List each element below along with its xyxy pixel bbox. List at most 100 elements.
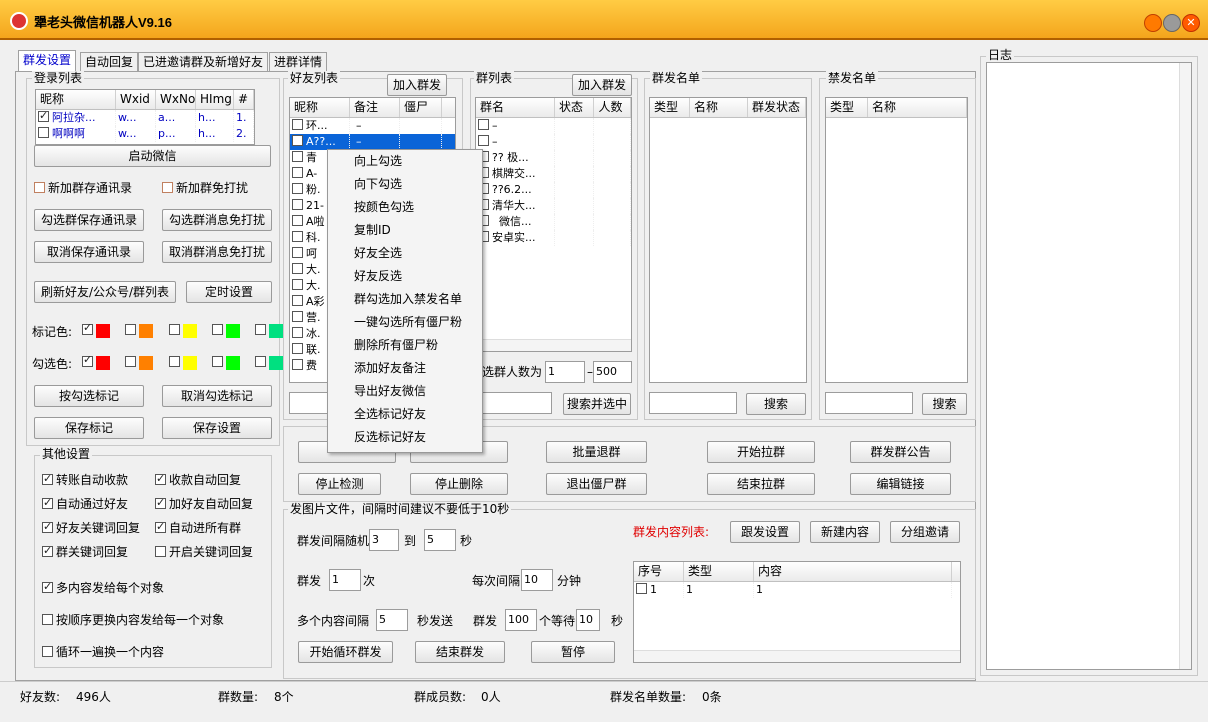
col-status[interactable]: 状态 [555,98,595,117]
login-row[interactable]: 阿拉杂...w...a...h...1. [36,110,254,126]
menu-item[interactable]: 向上勾选 [328,150,482,173]
col-zombie[interactable]: 僵尸 [400,98,442,117]
color-orange[interactable] [139,323,154,338]
groups-search-input[interactable] [482,392,552,414]
row-checkbox[interactable] [292,215,303,226]
color-green[interactable] [225,323,240,338]
check-color-swatches[interactable] [82,353,284,370]
keyword-reply-checkbox[interactable]: 开启关键词回复 [155,544,253,560]
content-row[interactable]: 111 [634,582,960,598]
content-list[interactable]: 序号 类型 内容 111 [633,561,961,663]
group-row[interactable]: ??6.2... [476,182,631,198]
group-row[interactable]: 清华大... [476,198,631,214]
menu-item[interactable]: 好友反选 [328,265,482,288]
batch-quit-button[interactable]: 批量退群 [546,441,647,463]
tab-mass-send[interactable]: 群发设置 [18,50,77,72]
mark-color-swatches[interactable] [82,321,284,338]
start-pull-button[interactable]: 开始拉群 [707,441,815,463]
end-pull-button[interactable]: 结束拉群 [707,473,815,495]
auto-collect-checkbox[interactable]: 转账自动收款 [42,471,128,488]
color-yellow[interactable] [182,323,197,338]
group-row[interactable]: 棋牌交... [476,166,631,182]
col-type[interactable]: 类型 [826,98,868,117]
select-by-mark-button[interactable]: 按勾选标记 [34,385,144,407]
per-input[interactable]: 100 [505,609,537,631]
groups-add-button[interactable]: 加入群发 [572,74,632,96]
stop-detect-button[interactable]: 停止检测 [298,473,381,495]
wait-input[interactable]: 10 [576,609,600,631]
menu-item[interactable]: 按颜色勾选 [328,196,482,219]
menu-item[interactable]: 删除所有僵尸粉 [328,334,482,357]
col-name[interactable]: 名称 [868,98,967,117]
times-input[interactable]: 1 [329,569,361,591]
row-checkbox[interactable] [38,127,49,138]
select-group-mute-button[interactable]: 勾选群消息免打扰 [162,209,272,231]
group-invite-button[interactable]: 分组邀请 [890,521,960,543]
pause-button[interactable]: 暂停 [531,641,615,663]
row-checkbox[interactable] [292,119,303,130]
col-name[interactable]: 名称 [690,98,748,117]
follow-settings-button[interactable]: 跟发设置 [730,521,800,543]
col-count[interactable]: 人数 [594,98,631,117]
row-checkbox[interactable] [292,183,303,194]
menu-item[interactable]: 复制ID [328,219,482,242]
row-checkbox[interactable] [636,583,647,594]
close-button[interactable]: ✕ [1182,14,1200,32]
tab-auto-reply[interactable]: 自动回复 [80,52,139,72]
row-checkbox[interactable] [292,199,303,210]
groups-hscroll[interactable] [476,339,631,351]
content-hscroll[interactable] [634,650,960,662]
col-wxid[interactable]: Wxid [116,90,156,109]
banlist-list[interactable]: 类型 名称 [825,97,968,383]
loop-content-checkbox[interactable]: 循环一遍换一个内容 [42,644,164,660]
row-checkbox[interactable] [292,151,303,162]
row-checkbox[interactable] [292,343,303,354]
col-content[interactable]: 内容 [754,562,952,581]
save-mark-button[interactable]: 保存标记 [34,417,144,439]
menu-item[interactable]: 一键勾选所有僵尸粉 [328,311,482,334]
banlist-search-input[interactable] [825,392,913,414]
menu-item[interactable]: 向下勾选 [328,173,482,196]
end-send-button[interactable]: 结束群发 [415,641,505,663]
row-checkbox[interactable] [292,263,303,274]
cancel-mute-button[interactable]: 取消群消息免打扰 [162,241,272,263]
interval-to-input[interactable]: 5 [424,529,456,551]
sendlist-search-button[interactable]: 搜索 [746,393,806,415]
collect-reply-checkbox[interactable]: 收款自动回复 [155,471,241,488]
group-row[interactable]: 安卓实... [476,230,631,246]
row-checkbox[interactable] [478,135,489,146]
row-checkbox[interactable] [292,231,303,242]
col-num[interactable]: # [234,90,254,109]
timer-settings-button[interactable]: 定时设置 [186,281,272,303]
col-note[interactable]: 备注 [350,98,400,117]
row-checkbox[interactable] [292,359,303,370]
row-checkbox[interactable] [292,135,303,146]
maximize-button[interactable] [1163,14,1181,32]
groups-list[interactable]: 群名 状态 人数 – –?? 极... 棋牌交... ??6.2... 清华大... 微信.… [475,97,632,352]
new-group-save-checkbox[interactable]: 新加群存通讯录 [34,180,132,196]
group-row[interactable]: – [476,118,631,134]
color-teal[interactable] [269,323,284,338]
login-list[interactable]: 昵称WxidWxNoHImg# 阿拉杂...w...a...h...1. 啊啊啊… [35,89,255,145]
row-checkbox[interactable] [292,279,303,290]
group-announce-button[interactable]: 群发群公告 [850,441,951,463]
multi-content-checkbox[interactable]: 多内容发给每个对象 [42,579,164,596]
multi-interval-input[interactable]: 5 [376,609,408,631]
friend-row[interactable]: 环... – [290,118,455,134]
col-group-name[interactable]: 群名 [476,98,555,117]
col-nickname[interactable]: 昵称 [290,98,350,117]
row-checkbox[interactable] [292,295,303,306]
group-row[interactable]: – [476,134,631,150]
new-group-mute-checkbox[interactable]: 新加群免打扰 [162,180,248,196]
group-min-input[interactable]: 1 [545,361,585,383]
friend-keyword-checkbox[interactable]: 好友关键词回复 [42,519,140,536]
menu-item[interactable]: 群勾选加入禁发名单 [328,288,482,311]
sendlist-search-input[interactable] [649,392,737,414]
color-green[interactable] [225,355,240,370]
log-textarea[interactable] [986,62,1192,670]
color-orange[interactable] [139,355,154,370]
col-type[interactable]: 类型 [650,98,690,117]
cancel-save-button[interactable]: 取消保存通讯录 [34,241,144,263]
tab-invited-groups[interactable]: 已进邀请群及新增好友 [138,52,269,72]
menu-item[interactable]: 全选标记好友 [328,403,482,426]
